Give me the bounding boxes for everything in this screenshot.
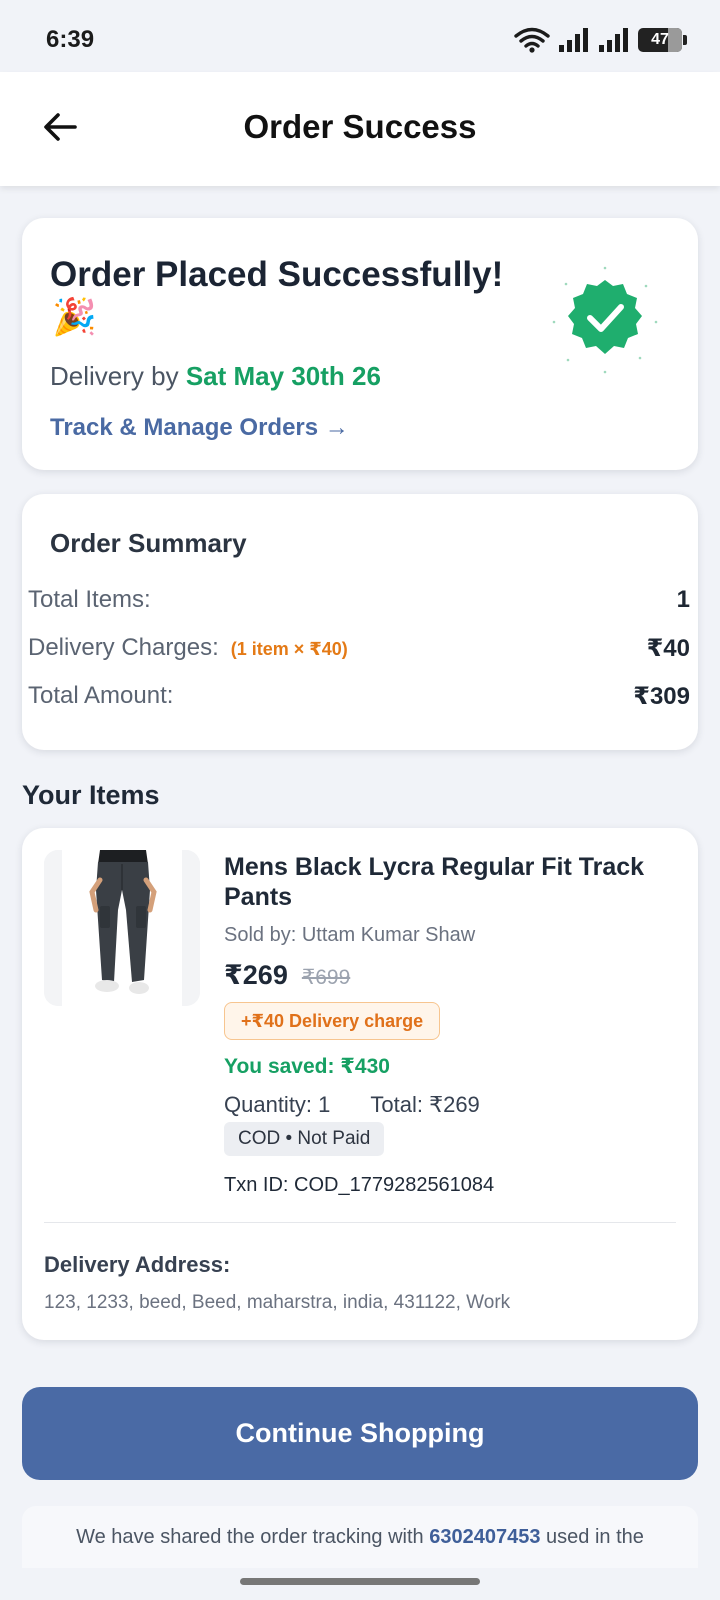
savings-text: You saved: ₹430: [224, 1055, 390, 1078]
delivery-date: Sat May 30th 26: [185, 361, 381, 391]
page-title: Order Success: [243, 108, 477, 145]
battery-level: 47: [651, 31, 669, 48]
tracking-info-box: We have shared the order tracking with 6…: [22, 1506, 698, 1568]
payment-status-badge: COD • Not Paid: [224, 1122, 385, 1156]
seller-name: Sold by: Uttam Kumar Shaw: [224, 924, 476, 946]
tracking-phone-number: 6302407453: [429, 1526, 541, 1548]
transaction-id: Txn ID: COD_1779282561084: [224, 1174, 495, 1196]
product-total: Total: ₹269: [370, 1092, 480, 1117]
summary-label: Total Items:: [28, 586, 151, 613]
delivery-estimate: Delivery by Sat May 30th 26: [50, 361, 381, 392]
your-items-heading: Your Items: [22, 780, 160, 810]
track-orders-link[interactable]: Track & Manage Orders →: [50, 414, 349, 442]
signal-icon-2: [599, 28, 628, 52]
tracking-info-prefix: We have shared the order tracking with: [76, 1526, 430, 1548]
order-summary-title: Order Summary: [50, 528, 247, 558]
summary-value: ₹40: [646, 634, 690, 662]
status-time: 6:39: [46, 26, 95, 53]
product-name[interactable]: Mens Black Lycra Regular Fit Track Pants: [224, 852, 664, 912]
summary-value: 1: [676, 586, 690, 613]
summary-label: Total Amount:: [28, 682, 174, 709]
status-bar: 6:39 47: [0, 0, 720, 72]
delivery-address: 123, 1233, beed, Beed, maharstra, india,…: [44, 1292, 511, 1313]
summary-row-delivery-charges: Delivery Charges: (1 item × ₹40) ₹40: [28, 632, 690, 664]
quantity-total-row: Quantity: 1 Total: ₹269: [224, 1092, 480, 1118]
status-icons: 47: [514, 26, 687, 54]
order-item-card: Mens Black Lycra Regular Fit Track Pants…: [22, 828, 698, 1340]
summary-value: ₹309: [633, 682, 690, 710]
divider: [44, 1222, 676, 1223]
delivery-charge-note: (1 item × ₹40): [230, 639, 348, 659]
battery-icon: 47: [638, 28, 687, 52]
party-popper-emoji: 🎉: [52, 296, 97, 337]
tracking-info-text: We have shared the order tracking with 6…: [22, 1522, 698, 1552]
delivery-address-label: Delivery Address:: [44, 1252, 231, 1277]
app-header: Order Success: [0, 72, 720, 186]
summary-row-total-amount: Total Amount: ₹309: [28, 680, 690, 712]
delivery-prefix: Delivery by: [50, 361, 179, 391]
wifi-icon: [514, 27, 550, 53]
summary-label: Delivery Charges:: [28, 634, 219, 661]
signal-icon-1: [559, 28, 588, 52]
price-row: ₹269 ₹699: [224, 960, 350, 991]
summary-row-total-items: Total Items: 1: [28, 584, 690, 616]
product-image[interactable]: [44, 850, 200, 1006]
success-title: Order Placed Successfully!: [50, 255, 504, 294]
success-check-badge-icon: [550, 264, 660, 374]
product-price: ₹269: [224, 960, 288, 990]
order-success-card: Order Placed Successfully! 🎉 Delivery by…: [22, 218, 698, 470]
delivery-charge-chip: +₹40 Delivery charge: [224, 1002, 441, 1040]
summary-label-group: Delivery Charges: (1 item × ₹40): [28, 634, 348, 662]
product-quantity: Quantity: 1: [224, 1092, 331, 1117]
home-indicator[interactable]: [240, 1578, 480, 1585]
tracking-info-suffix: used in the: [540, 1526, 644, 1548]
continue-shopping-button[interactable]: Continue Shopping: [22, 1387, 698, 1480]
product-mrp: ₹699: [301, 966, 351, 989]
